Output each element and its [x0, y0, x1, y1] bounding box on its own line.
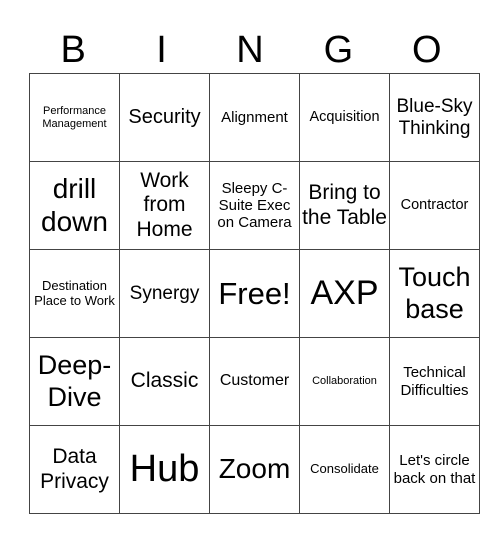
bingo-cell[interactable]: drill down	[29, 161, 120, 250]
bingo-cell[interactable]: Bring to the Table	[299, 161, 390, 250]
header-letter-i: I	[156, 29, 167, 71]
bingo-cell[interactable]: Security	[119, 73, 210, 162]
bingo-row: Destination Place to Work Synergy Free! …	[29, 249, 480, 338]
bingo-row: drill down Work from Home Sleepy C-Suite…	[29, 161, 480, 250]
bingo-cell[interactable]: Data Privacy	[29, 425, 120, 514]
bingo-card: Performance Management Security Alignmen…	[29, 73, 480, 514]
bingo-cell[interactable]: Let's circle back on that	[389, 425, 480, 514]
bingo-cell[interactable]: Collaboration	[299, 337, 390, 426]
bingo-cell[interactable]: Classic	[119, 337, 210, 426]
bingo-cell[interactable]: Alignment	[209, 73, 300, 162]
bingo-cell[interactable]: Consolidate	[299, 425, 390, 514]
header-letter-o: O	[411, 29, 442, 71]
bingo-cell[interactable]: Touch base	[389, 249, 480, 338]
bingo-cell[interactable]: AXP	[299, 249, 390, 338]
bingo-cell[interactable]: Customer	[209, 337, 300, 426]
bingo-cell[interactable]: Deep-Dive	[29, 337, 120, 426]
bingo-cell[interactable]: Performance Management	[29, 73, 120, 162]
header-letter-b: B	[60, 29, 86, 71]
bingo-cell[interactable]: Technical Difficulties	[389, 337, 480, 426]
bingo-cell[interactable]: Acquisition	[299, 73, 390, 162]
header-letter-n: N	[236, 29, 264, 71]
bingo-cell[interactable]: Work from Home	[119, 161, 210, 250]
bingo-header: B I N G O	[29, 28, 471, 72]
bingo-cell[interactable]: Zoom	[209, 425, 300, 514]
free-space[interactable]: Free!	[209, 249, 300, 338]
bingo-row: Performance Management Security Alignmen…	[29, 73, 480, 162]
bingo-cell[interactable]: Blue-Sky Thinking	[389, 73, 480, 162]
bingo-cell[interactable]: Hub	[119, 425, 210, 514]
bingo-cell[interactable]: Destination Place to Work	[29, 249, 120, 338]
bingo-row: Deep-Dive Classic Customer Collaboration…	[29, 337, 480, 426]
bingo-cell[interactable]: Contractor	[389, 161, 480, 250]
header-letter-g: G	[323, 29, 354, 71]
bingo-cell[interactable]: Synergy	[119, 249, 210, 338]
bingo-cell[interactable]: Sleepy C-Suite Exec on Camera	[209, 161, 300, 250]
bingo-row: Data Privacy Hub Zoom Consolidate Let's …	[29, 425, 480, 514]
